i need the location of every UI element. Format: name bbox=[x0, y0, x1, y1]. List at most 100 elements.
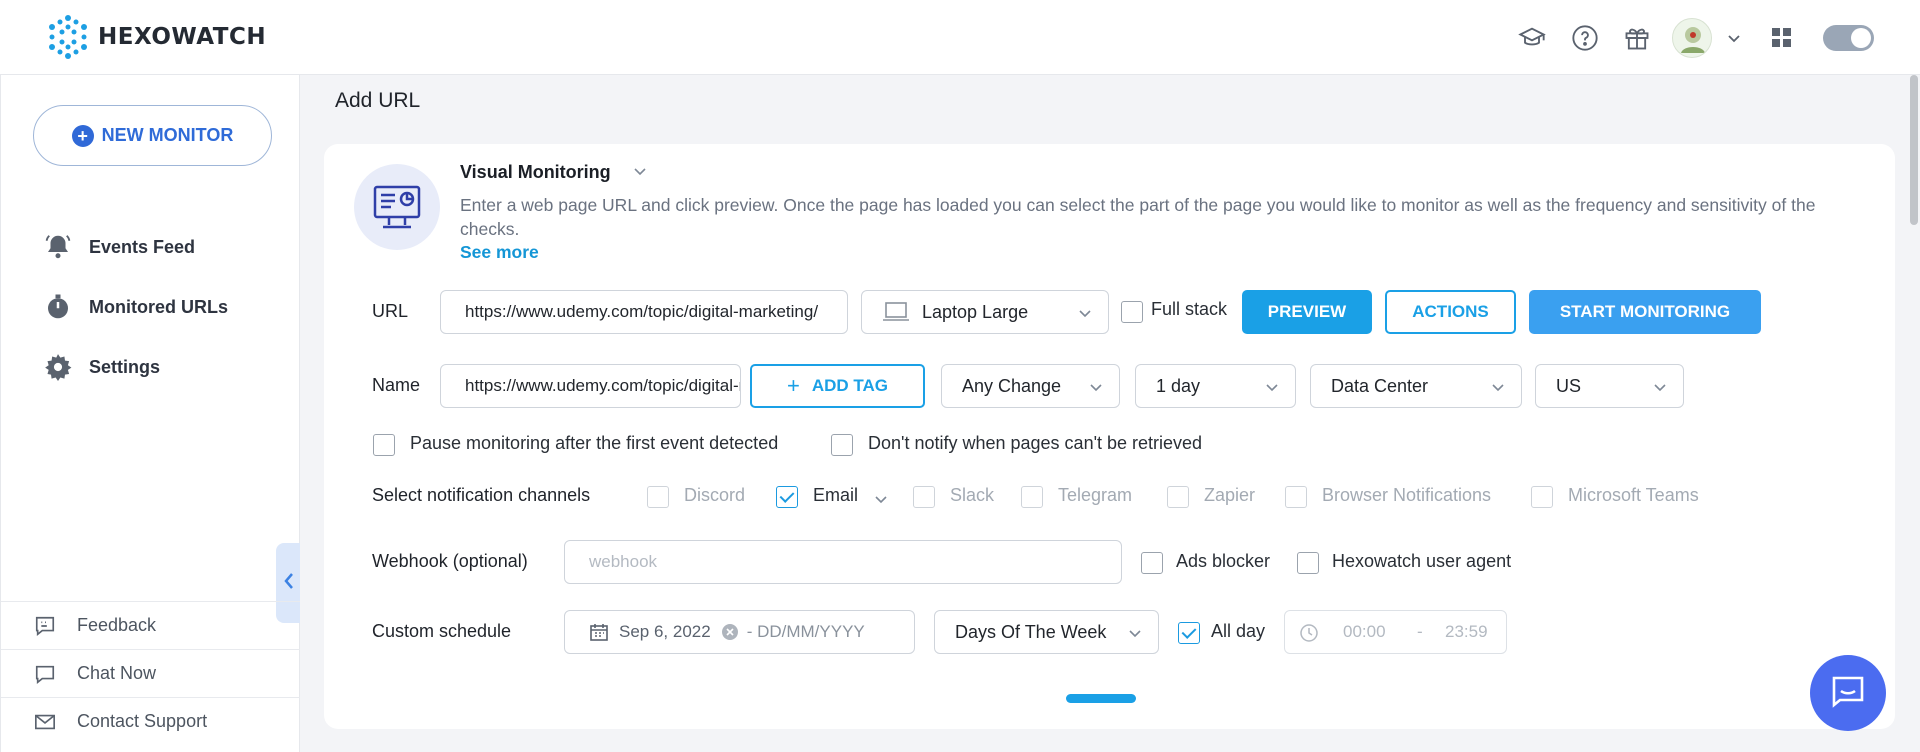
chevron-down-icon bbox=[1089, 378, 1103, 392]
full-stack-checkbox[interactable] bbox=[1121, 301, 1143, 323]
notification-channels-label: Select notification channels bbox=[372, 485, 591, 505]
frequency-label: 1 day bbox=[1156, 375, 1201, 396]
telegram-checkbox[interactable] bbox=[1021, 486, 1043, 508]
loading-indicator bbox=[1066, 694, 1136, 703]
preview-button[interactable]: PREVIEW bbox=[1242, 290, 1372, 334]
browser-notifications-checkbox[interactable] bbox=[1285, 486, 1307, 508]
pause-monitoring-checkbox[interactable] bbox=[373, 434, 395, 456]
chevron-down-icon bbox=[1491, 378, 1505, 392]
user-agent-label: Hexowatch user agent bbox=[1332, 551, 1512, 571]
sidebar-footer-contact-support[interactable]: Contact Support bbox=[1, 697, 300, 745]
sidebar-item-events-feed[interactable]: Events Feed bbox=[41, 230, 195, 264]
monitor-type-select[interactable]: Visual Monitoring bbox=[460, 162, 647, 183]
mail-icon bbox=[33, 710, 57, 734]
sidebar-item-settings[interactable]: Settings bbox=[41, 350, 160, 384]
location-type-label: Data Center bbox=[1331, 375, 1429, 396]
frequency-select[interactable]: 1 day bbox=[1135, 364, 1296, 408]
chevron-down-icon bbox=[633, 164, 647, 181]
url-label: URL bbox=[372, 301, 409, 321]
new-monitor-button[interactable]: + NEW MONITOR bbox=[33, 105, 272, 166]
microsoft-teams-checkbox[interactable] bbox=[1531, 486, 1553, 508]
chevron-down-icon[interactable] bbox=[1718, 22, 1750, 54]
email-options-chevron-icon[interactable] bbox=[874, 490, 888, 511]
plus-icon: + bbox=[71, 124, 94, 147]
date-range-picker[interactable]: Sep 6, 2022 - DD/MM/YYYY bbox=[564, 610, 915, 654]
laptop-icon bbox=[882, 302, 910, 327]
url-input[interactable]: https://www.udemy.com/topic/digital-mark… bbox=[440, 290, 848, 334]
brand-logo[interactable]: HEXOWATCH bbox=[44, 13, 266, 61]
chat-now-label: Chat Now bbox=[77, 663, 157, 683]
time-separator: - bbox=[1417, 622, 1423, 641]
slack-checkbox[interactable] bbox=[913, 486, 935, 508]
pause-monitoring-label: Pause monitoring after the first event d… bbox=[410, 433, 779, 453]
actions-button[interactable]: ACTIONS bbox=[1385, 290, 1516, 334]
monitor-description: Enter a web page URL and click preview. … bbox=[460, 195, 1816, 239]
sidebar-item-monitored-urls[interactable]: Monitored URLs bbox=[41, 290, 228, 324]
start-date: Sep 6, 2022 bbox=[619, 622, 711, 641]
change-type-select[interactable]: Any Change bbox=[941, 364, 1120, 408]
device-select[interactable]: Laptop Large bbox=[861, 290, 1109, 334]
sidebar-item-label: Events Feed bbox=[89, 236, 196, 257]
chevron-down-icon bbox=[1078, 304, 1092, 318]
add-tag-button[interactable]: + ADD TAG bbox=[750, 364, 925, 408]
graduation-cap-icon[interactable] bbox=[1516, 22, 1548, 54]
scrollbar-thumb[interactable] bbox=[1910, 75, 1918, 225]
chevron-down-icon bbox=[1128, 624, 1142, 638]
chevron-down-icon bbox=[1653, 378, 1667, 392]
sidebar-footer-feedback[interactable]: Feedback bbox=[1, 601, 300, 649]
dont-notify-checkbox[interactable] bbox=[831, 434, 853, 456]
all-day-checkbox[interactable] bbox=[1178, 622, 1200, 644]
dont-notify-label: Don't notify when pages can't be retriev… bbox=[868, 433, 1203, 453]
days-label: Days Of The Week bbox=[955, 621, 1107, 642]
discord-checkbox[interactable] bbox=[647, 486, 669, 508]
sidebar-item-label: Monitored URLs bbox=[89, 296, 228, 317]
plus-icon: + bbox=[786, 373, 800, 398]
gift-icon[interactable] bbox=[1621, 22, 1653, 54]
sidebar-footer-chat-now[interactable]: Chat Now bbox=[1, 649, 300, 697]
webhook-label: Webhook (optional) bbox=[372, 551, 528, 571]
help-circle-icon[interactable] bbox=[1569, 22, 1601, 54]
user-agent-checkbox[interactable] bbox=[1297, 552, 1319, 574]
chevron-down-icon bbox=[1265, 378, 1279, 392]
name-input[interactable]: https://www.udemy.com/topic/digital-mark… bbox=[440, 364, 741, 408]
country-select[interactable]: US bbox=[1535, 364, 1684, 408]
theme-toggle[interactable] bbox=[1823, 25, 1874, 51]
days-select[interactable]: Days Of The Week bbox=[934, 610, 1159, 654]
add-url-card: Visual Monitoring Enter a web page URL a… bbox=[324, 144, 1895, 729]
change-type-label: Any Change bbox=[962, 375, 1062, 396]
name-label: Name bbox=[372, 375, 421, 395]
feedback-label: Feedback bbox=[77, 615, 157, 635]
main-content: Add URL Visual Monitoring Enter a web pa… bbox=[300, 75, 1920, 752]
webhook-input[interactable]: webhook bbox=[564, 540, 1122, 584]
see-more-link[interactable]: See more bbox=[460, 242, 539, 263]
apps-grid-icon[interactable] bbox=[1766, 22, 1798, 54]
start-monitoring-button[interactable]: START MONITORING bbox=[1529, 290, 1761, 334]
chat-icon bbox=[33, 662, 57, 686]
brand-name: HEXOWATCH bbox=[98, 24, 267, 50]
clock-icon bbox=[1299, 623, 1319, 648]
browser-notifications-label: Browser Notifications bbox=[1322, 485, 1492, 505]
slack-label: Slack bbox=[950, 485, 995, 505]
sidebar-item-label: Settings bbox=[89, 356, 161, 377]
user-avatar[interactable] bbox=[1672, 18, 1712, 58]
all-day-label: All day bbox=[1211, 621, 1266, 641]
gear-icon bbox=[41, 350, 75, 384]
feedback-icon bbox=[33, 614, 57, 638]
email-checkbox[interactable] bbox=[776, 486, 798, 508]
time-range-input[interactable]: 00:00 - 23:59 bbox=[1284, 610, 1507, 654]
country-label: US bbox=[1556, 375, 1582, 396]
discord-label: Discord bbox=[684, 485, 746, 505]
location-type-select[interactable]: Data Center bbox=[1310, 364, 1522, 408]
email-label: Email bbox=[813, 485, 859, 505]
chat-widget-button[interactable] bbox=[1810, 655, 1886, 731]
clear-date-icon[interactable] bbox=[721, 623, 739, 641]
device-label: Laptop Large bbox=[922, 301, 1029, 322]
zapier-checkbox[interactable] bbox=[1167, 486, 1189, 508]
time-from: 00:00 bbox=[1343, 622, 1386, 641]
ads-blocker-label: Ads blocker bbox=[1176, 551, 1271, 571]
ads-blocker-checkbox[interactable] bbox=[1141, 552, 1163, 574]
end-date-placeholder: - DD/MM/YYYY bbox=[746, 622, 865, 641]
stopwatch-icon bbox=[41, 290, 75, 324]
toggle-knob bbox=[1851, 28, 1871, 48]
microsoft-teams-label: Microsoft Teams bbox=[1568, 485, 1699, 505]
